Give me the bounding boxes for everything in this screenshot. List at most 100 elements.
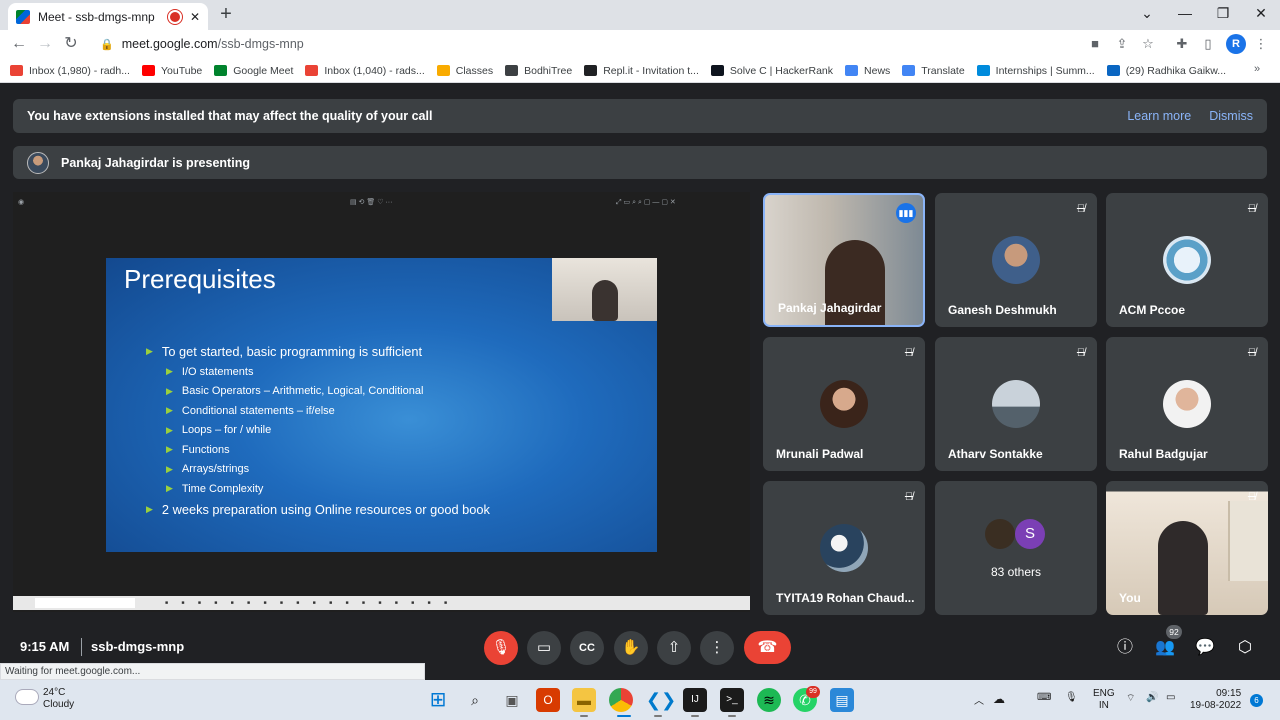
- microphone-icon[interactable]: 🎙: [1065, 692, 1078, 703]
- bookmark-favicon-icon: [214, 65, 228, 76]
- slide-bullet: ▶ Time Complexity: [146, 479, 490, 499]
- slide-title: Prerequisites: [124, 264, 276, 294]
- participant-tile[interactable]: ▮▮▮ Pankaj Jahagirdar: [763, 193, 925, 327]
- share-icon[interactable]: ⇪: [1113, 35, 1131, 53]
- meeting-details-icon[interactable]: ⓘ: [1114, 637, 1136, 659]
- close-tab-icon[interactable]: ✕: [190, 10, 200, 24]
- terminal-icon[interactable]: >_: [720, 688, 744, 712]
- slide-bullet: ▶ To get started, basic programming is su…: [146, 340, 490, 362]
- leave-call-button[interactable]: ☎: [744, 631, 791, 664]
- address-bar[interactable]: 🔒 meet.google.com/ssb-dmgs-mnp: [90, 33, 1260, 55]
- bookmark-item[interactable]: (29) Radhika Gaikw...: [1106, 65, 1226, 77]
- bookmark-item[interactable]: Repl.it - Invitation t...: [584, 65, 699, 77]
- system-clock[interactable]: 09:15 19-08-2022: [1190, 688, 1241, 712]
- bookmark-item[interactable]: Inbox (1,040) - rads...: [305, 65, 425, 77]
- forward-button[interactable]: →: [34, 33, 56, 55]
- close-window-button[interactable]: ✕: [1242, 0, 1280, 28]
- camera-button[interactable]: ▭: [527, 631, 561, 665]
- learn-more-link[interactable]: Learn more: [1127, 109, 1191, 123]
- notepad-icon[interactable]: ▤: [830, 688, 854, 712]
- bookmark-label: News: [864, 64, 891, 77]
- dismiss-button[interactable]: Dismiss: [1209, 109, 1253, 123]
- bookmark-star-icon[interactable]: ☆: [1139, 35, 1157, 53]
- notification-count-badge[interactable]: 6: [1250, 694, 1263, 707]
- slide-bullet: ▶ Basic Operators – Arithmetic, Logical, …: [146, 382, 490, 402]
- profile-avatar[interactable]: R: [1226, 34, 1246, 54]
- participant-tile[interactable]: 🎙̸ Atharv Sontakke: [935, 337, 1097, 471]
- battery-icon[interactable]: ▭: [1166, 692, 1175, 703]
- slide-bullet: ▶ Conditional statements – if/else: [146, 401, 490, 421]
- self-video: [1158, 521, 1208, 615]
- participant-tile[interactable]: 🎙̸ Ganesh Deshmukh: [935, 193, 1097, 327]
- bookmark-item[interactable]: Solve C | HackerRank: [710, 65, 833, 77]
- bookmark-item[interactable]: Google Meet: [214, 65, 293, 77]
- volume-icon[interactable]: 🔊: [1146, 692, 1158, 703]
- bookmark-favicon-icon: [845, 65, 859, 76]
- captions-button[interactable]: CC: [570, 631, 604, 665]
- bullet-arrow-icon: ▶: [166, 483, 173, 494]
- avatar: [992, 380, 1040, 428]
- more-options-button[interactable]: ⋮: [700, 631, 734, 665]
- browser-tab-meet[interactable]: Meet - ssb-dmgs-mnp ✕: [8, 3, 208, 30]
- bookmark-label: BodhiTree: [524, 64, 573, 77]
- keyboard-icon[interactable]: ⌨: [1037, 692, 1051, 703]
- chat-icon[interactable]: 💬: [1194, 637, 1216, 659]
- bookmark-label: Google Meet: [233, 64, 294, 77]
- raise-hand-button[interactable]: ✋: [614, 631, 648, 665]
- spotify-icon[interactable]: ≋: [757, 688, 781, 712]
- avatar: [820, 380, 868, 428]
- more-bookmarks-icon[interactable]: »: [1254, 63, 1260, 75]
- bookmark-item[interactable]: News: [845, 65, 890, 77]
- minimize-button[interactable]: —: [1166, 0, 1204, 28]
- camera-in-use-icon[interactable]: ■: [1086, 35, 1104, 53]
- bookmark-item[interactable]: Inbox (1,980) - radh...: [10, 65, 130, 77]
- bullet-arrow-icon: ▶: [146, 345, 153, 356]
- reload-button[interactable]: ↻: [60, 33, 82, 55]
- show-hidden-icons[interactable]: ︿: [974, 692, 984, 707]
- activities-icon[interactable]: ⬡: [1234, 637, 1256, 659]
- extensions-icon[interactable]: ✚: [1173, 35, 1191, 53]
- file-explorer-icon[interactable]: ▬: [572, 688, 596, 712]
- bookmark-item[interactable]: BodhiTree: [505, 65, 572, 77]
- bookmark-item[interactable]: YouTube: [141, 65, 202, 77]
- lock-icon: 🔒: [100, 38, 114, 51]
- participant-tile[interactable]: 🎙̸ You: [1106, 481, 1268, 615]
- onedrive-icon[interactable]: ☁: [993, 692, 1005, 706]
- people-icon[interactable]: 👥: [1154, 637, 1176, 659]
- avatar: [820, 524, 868, 572]
- bookmark-item[interactable]: Internships | Summ...: [976, 65, 1095, 77]
- avatar: [1163, 380, 1211, 428]
- chrome-menu-icon[interactable]: ⋮: [1252, 35, 1270, 53]
- tab-search-icon[interactable]: ⌄: [1128, 0, 1166, 28]
- task-view-icon[interactable]: ▣: [500, 688, 524, 712]
- back-button[interactable]: ←: [8, 33, 30, 55]
- intellij-icon[interactable]: IJ: [683, 688, 707, 712]
- windows-start-icon[interactable]: ⊞: [426, 688, 450, 712]
- chrome-icon[interactable]: [609, 688, 633, 712]
- language-code: ENG: [1093, 688, 1115, 699]
- participant-tile[interactable]: 🎙̸ Rahul Badgujar: [1106, 337, 1268, 471]
- wifi-icon[interactable]: ⌔: [1126, 692, 1135, 705]
- bookmark-item[interactable]: Classes: [436, 65, 493, 77]
- side-panel-icon[interactable]: ▯: [1199, 35, 1217, 53]
- bookmark-favicon-icon: [305, 65, 319, 76]
- mic-muted-icon: 🎙̸: [1076, 347, 1086, 359]
- participant-tile[interactable]: 🎙̸ TYITA19 Rohan Chaud...: [763, 481, 925, 615]
- new-tab-button[interactable]: +: [216, 4, 236, 24]
- participant-tile[interactable]: S 83 others: [935, 481, 1097, 615]
- language-indicator[interactable]: ENG IN: [1093, 688, 1115, 712]
- participant-tile[interactable]: 🎙̸ ACM Pccoe: [1106, 193, 1268, 327]
- participants-count-badge: 92: [1166, 625, 1182, 639]
- present-now-button[interactable]: ⇧: [657, 631, 691, 665]
- slide-bullet-text: Basic Operators – Arithmetic, Logical, C…: [181, 385, 424, 398]
- slide-bullet: ▶ Loops – for / while: [146, 421, 490, 441]
- search-icon[interactable]: ⌕: [463, 688, 487, 712]
- bookmark-favicon-icon: [141, 65, 155, 76]
- maximize-button[interactable]: ❐: [1204, 0, 1242, 28]
- vscode-icon[interactable]: ❮❯: [646, 688, 676, 712]
- bookmark-label: Inbox (1,980) - radh...: [29, 64, 130, 77]
- participant-tile[interactable]: 🎙̸ Mrunali Padwal: [763, 337, 925, 471]
- mic-off-button[interactable]: 🎙: [484, 631, 518, 665]
- bookmark-item[interactable]: Translate: [902, 65, 965, 77]
- office-icon[interactable]: O: [536, 688, 560, 712]
